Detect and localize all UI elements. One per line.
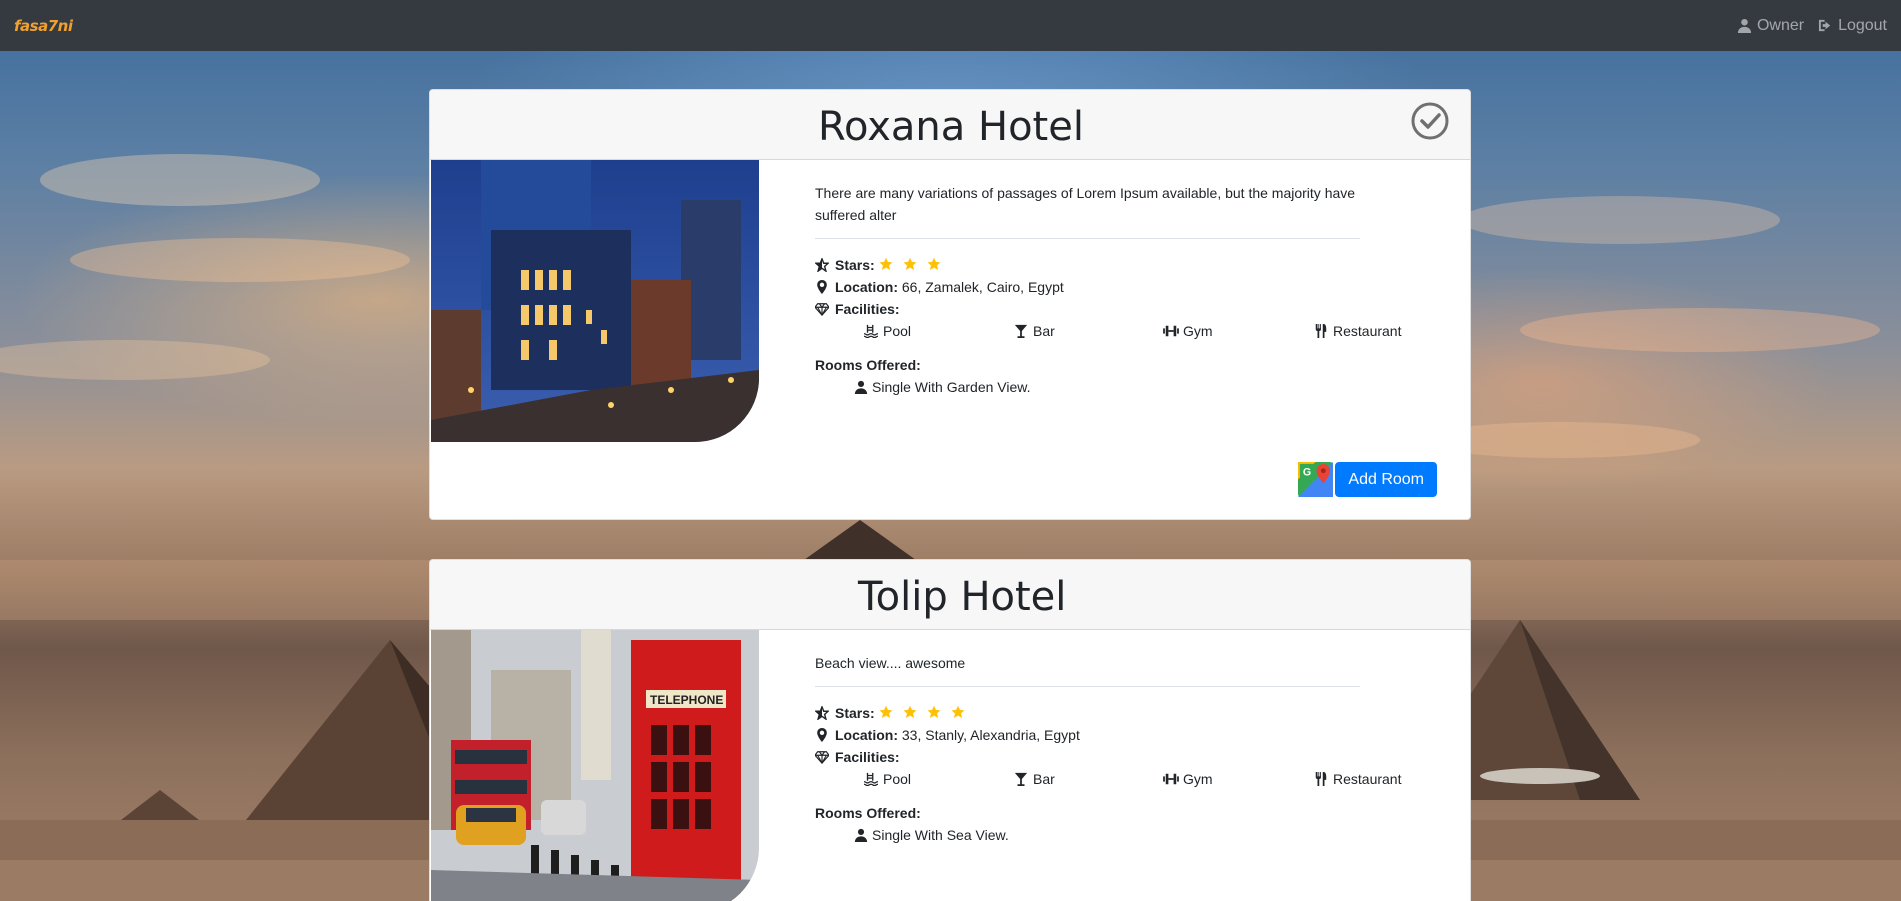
star-half-icon	[815, 706, 829, 720]
location-row: Location: 66, Zamalek, Cairo, Egypt	[815, 276, 1415, 298]
stars-row: Stars:	[815, 702, 1415, 724]
facility-label: Pool	[883, 323, 912, 339]
card-header: Tolip Hotel	[430, 560, 1470, 630]
check-circle-icon[interactable]	[1410, 101, 1450, 141]
owner-link[interactable]: Owner	[1737, 17, 1804, 35]
star-icon	[927, 705, 941, 718]
hotel-description: Beach view.... awesome	[815, 655, 966, 671]
facilities-row: Facilities:	[815, 746, 1415, 768]
star-icon	[903, 705, 917, 718]
navbar: fasa7ni Owner Logout	[0, 0, 1901, 51]
rooms-label: Rooms Offered:	[815, 357, 921, 373]
hotel-info: There are many variations of passages of…	[815, 160, 1415, 398]
divider	[815, 686, 1360, 687]
logout-icon	[1819, 19, 1831, 32]
map-marker-icon	[817, 728, 827, 742]
facility-label: Bar	[1033, 771, 1055, 787]
logout-label: Logout	[1838, 16, 1887, 34]
pool-icon	[863, 772, 879, 786]
facilities-list: Pool Bar Gym Restaurant	[863, 768, 1415, 790]
logout-link[interactable]: Logout	[1818, 17, 1887, 35]
facilities-label: Facilities:	[835, 749, 900, 765]
facilities-row: Facilities:	[815, 298, 1415, 320]
star-icon	[879, 705, 893, 718]
facility-label: Gym	[1183, 323, 1213, 339]
stars-label: Stars:	[835, 705, 875, 721]
location-label: Location:	[835, 727, 898, 743]
facility-label: Bar	[1033, 323, 1055, 339]
hotel-image	[431, 160, 759, 442]
facility-label: Restaurant	[1333, 323, 1402, 339]
room-item: Single With Garden View.	[854, 376, 1415, 398]
star-icon	[951, 705, 965, 718]
hotel-name: Tolip Hotel	[858, 574, 1067, 620]
location-label: Location:	[835, 279, 898, 295]
facility-pool: Pool	[863, 323, 1013, 339]
facility-gym: Gym	[1163, 323, 1313, 339]
star-icon	[879, 257, 893, 270]
hotel-description: There are many variations of passages of…	[815, 185, 1356, 223]
add-room-button[interactable]: Add Room	[1335, 462, 1437, 497]
card-actions: G Add Room	[1298, 462, 1437, 497]
hotel-card: Tolip Hotel TELEPHONE Beach view.... awe…	[429, 559, 1471, 901]
brand-logo[interactable]: fasa7ni	[14, 17, 73, 35]
owner-label: Owner	[1756, 16, 1805, 34]
facility-gym: Gym	[1163, 771, 1313, 787]
room-name: Single With Garden View.	[872, 379, 1031, 395]
dumbbell-icon	[1163, 325, 1179, 337]
hotel-image: TELEPHONE	[431, 630, 759, 901]
facilities-list: Pool Bar Gym Restaurant	[863, 320, 1415, 342]
pool-icon	[863, 324, 879, 338]
facilities-label: Facilities:	[835, 301, 900, 317]
facility-pool: Pool	[863, 771, 1013, 787]
svg-text:G: G	[1303, 467, 1311, 479]
divider	[815, 238, 1360, 239]
stars-label: Stars:	[835, 257, 875, 273]
location-value: 66, Zamalek, Cairo, Egypt	[901, 279, 1064, 295]
facility-restaurant: Restaurant	[1313, 771, 1401, 787]
star-icon	[903, 257, 917, 270]
star-rating	[875, 257, 947, 274]
facility-label: Restaurant	[1333, 771, 1402, 787]
star-icon	[927, 257, 941, 270]
dumbbell-icon	[1163, 773, 1179, 785]
hotel-card: Roxana Hotel There are many variations o…	[429, 89, 1471, 520]
gem-icon	[815, 751, 829, 764]
map-marker-icon	[817, 280, 827, 294]
rooms-label: Rooms Offered:	[815, 805, 921, 821]
facility-restaurant: Restaurant	[1313, 323, 1401, 339]
stars-row: Stars:	[815, 254, 1415, 276]
cocktail-icon	[1014, 772, 1028, 786]
user-icon	[854, 380, 868, 394]
facility-label: Gym	[1183, 771, 1213, 787]
facility-bar: Bar	[1013, 323, 1163, 339]
location-row: Location: 33, Stanly, Alexandria, Egypt	[815, 724, 1415, 746]
location-value: 33, Stanly, Alexandria, Egypt	[901, 727, 1080, 743]
hotel-info: Beach view.... awesome Stars: Location: …	[815, 630, 1415, 846]
user-icon	[1737, 18, 1751, 33]
hotel-name: Roxana Hotel	[818, 104, 1084, 150]
utensils-icon	[1315, 324, 1327, 338]
facility-bar: Bar	[1013, 771, 1163, 787]
room-name: Single With Sea View.	[872, 827, 1009, 843]
star-rating	[875, 705, 971, 722]
nav-right: Owner Logout	[1737, 17, 1887, 35]
cocktail-icon	[1014, 324, 1028, 338]
room-item: Single With Sea View.	[854, 824, 1415, 846]
svg-text:TELEPHONE: TELEPHONE	[650, 693, 723, 707]
facility-label: Pool	[883, 771, 912, 787]
gem-icon	[815, 303, 829, 316]
google-maps-icon[interactable]: G	[1298, 462, 1334, 497]
utensils-icon	[1315, 772, 1327, 786]
card-header: Roxana Hotel	[430, 90, 1470, 160]
user-icon	[854, 828, 868, 842]
star-half-icon	[815, 258, 829, 272]
